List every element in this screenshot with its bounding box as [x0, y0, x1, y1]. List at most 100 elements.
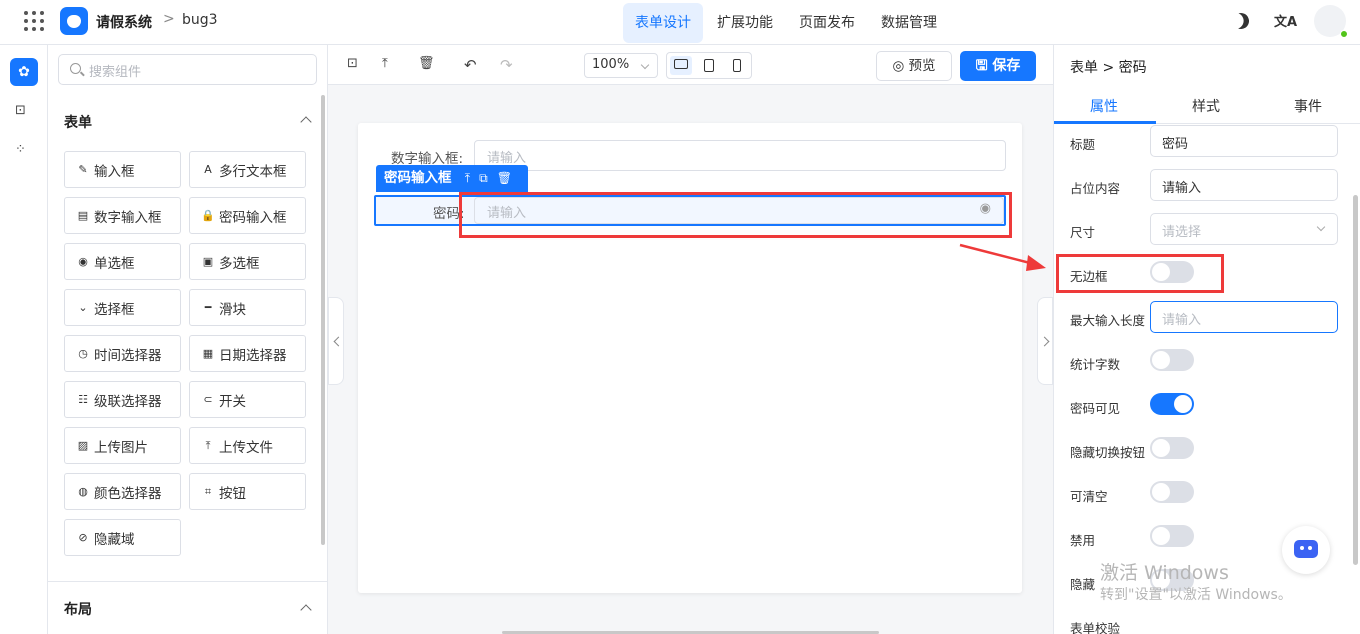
- size-select[interactable]: 请选择: [1150, 213, 1338, 245]
- hide-toggle-label: 隐藏切换按钮: [1070, 445, 1146, 460]
- component-label: 隐藏域: [94, 531, 135, 548]
- scrollbar[interactable]: [321, 95, 325, 545]
- nav-data-manage[interactable]: 数据管理: [869, 3, 949, 43]
- component-icon: ☷: [78, 393, 88, 406]
- password-visible-switch[interactable]: [1150, 393, 1194, 415]
- component-label: 单选框: [94, 255, 135, 272]
- component-panel: 搜索组件 表单 ✎ 输入框 A 多行文本框 ▤ 数字输入框 🔒 密码输入框 ◉ 单选框 ▣ 多选框 ⌄ 选…: [48, 45, 328, 634]
- component-icon: ⤒: [205, 438, 211, 452]
- preview-button[interactable]: ◎ 预览: [876, 51, 952, 81]
- title-input[interactable]: 密码: [1150, 125, 1338, 157]
- chevron-right-icon: [1039, 336, 1050, 347]
- hidden-label: 隐藏: [1070, 577, 1096, 592]
- chevron-down-icon: [640, 60, 650, 70]
- component-item[interactable]: ▣ 多选框: [189, 243, 306, 280]
- tab-style[interactable]: 样式: [1192, 96, 1220, 116]
- move-up-icon[interactable]: ⤒: [465, 171, 470, 185]
- delete-icon[interactable]: 🗑: [497, 171, 512, 185]
- maxlength-input[interactable]: 请输入: [1150, 301, 1338, 333]
- component-label: 滑块: [219, 301, 246, 318]
- component-item[interactable]: ▦ 日期选择器: [189, 335, 306, 372]
- disabled-label: 禁用: [1070, 533, 1096, 548]
- component-icon: ⊂: [203, 393, 213, 406]
- component-item[interactable]: ▤ 数字输入框: [64, 197, 181, 234]
- component-item[interactable]: ◉ 单选框: [64, 243, 181, 280]
- undo-icon[interactable]: ↶: [464, 56, 477, 74]
- component-icon: ⌄: [78, 301, 88, 314]
- layout-section-title[interactable]: 布局: [64, 599, 92, 619]
- windows-watermark: 激活 Windows: [1100, 562, 1229, 584]
- collapse-icon[interactable]: [300, 116, 312, 128]
- placeholder: 请输入: [487, 151, 527, 166]
- assistant-bot-icon[interactable]: [1282, 526, 1330, 574]
- password-visible-label: 密码可见: [1070, 401, 1121, 416]
- component-item[interactable]: A 多行文本框: [189, 151, 306, 188]
- component-label: 上传文件: [219, 439, 273, 456]
- dark-mode-icon[interactable]: [1231, 11, 1252, 32]
- scrollbar[interactable]: [1353, 195, 1358, 565]
- nav-extensions[interactable]: 扩展功能: [705, 3, 785, 43]
- code-icon[interactable]: ⊡: [15, 103, 26, 118]
- size-label: 尺寸: [1070, 225, 1096, 240]
- component-icon: ▨: [77, 439, 89, 452]
- apps-grid-icon[interactable]: [24, 11, 44, 31]
- title-label: 标题: [1070, 137, 1096, 152]
- app-name[interactable]: 请假系统: [96, 12, 152, 32]
- word-count-switch[interactable]: [1150, 349, 1194, 371]
- number-field-label: 数字输入框:: [391, 151, 464, 167]
- component-item[interactable]: 🔒 密码输入框: [189, 197, 306, 234]
- right-collapse-handle[interactable]: [1037, 297, 1053, 385]
- copy-icon[interactable]: ⧉: [479, 171, 488, 185]
- desktop-icon[interactable]: [670, 56, 692, 75]
- top-bar: 请假系统 > bug3 表单设计 扩展功能 页面发布 数据管理 文A: [0, 0, 1360, 45]
- component-icon: ⌗: [204, 484, 212, 498]
- nav-form-design[interactable]: 表单设计: [623, 2, 703, 43]
- tablet-icon[interactable]: [698, 56, 720, 75]
- component-item[interactable]: ⌗ 按钮: [189, 473, 306, 510]
- component-item[interactable]: ◍ 颜色选择器: [64, 473, 181, 510]
- component-item[interactable]: ⊂ 开关: [189, 381, 306, 418]
- component-item[interactable]: ▨ 上传图片: [64, 427, 181, 464]
- nav-page-publish[interactable]: 页面发布: [787, 3, 867, 43]
- component-label: 选择框: [94, 301, 135, 318]
- delete-icon[interactable]: 🗑: [418, 56, 435, 71]
- placeholder-input[interactable]: 请输入: [1150, 169, 1338, 201]
- mobile-icon[interactable]: [726, 56, 748, 75]
- component-item[interactable]: ⤒ 上传文件: [189, 427, 306, 464]
- language-icon[interactable]: 文A: [1274, 11, 1297, 30]
- design-canvas: ⊡ ⤒ 🗑 ↶ ↷ 100% ◎ 预览 🖫 保存 数字输入框: 请输入 密码输入…: [328, 45, 1053, 634]
- tab-events[interactable]: 事件: [1294, 96, 1322, 116]
- component-item[interactable]: ✎ 输入框: [64, 151, 181, 188]
- component-label: 级联选择器: [94, 393, 162, 410]
- selected-component-bar: 密码输入框 ⤒ ⧉ 🗑: [376, 165, 528, 192]
- component-item[interactable]: ☷ 级联选择器: [64, 381, 181, 418]
- redo-icon[interactable]: ↷: [500, 56, 513, 74]
- upload-icon[interactable]: ⤒: [382, 56, 388, 71]
- hide-toggle-switch[interactable]: [1150, 437, 1194, 459]
- number-input[interactable]: 请输入: [474, 140, 1006, 171]
- component-label: 时间选择器: [94, 347, 162, 364]
- puzzle-icon[interactable]: ✿: [10, 58, 38, 86]
- code-view-icon[interactable]: ⊡: [347, 56, 358, 71]
- component-item[interactable]: ⌄ 选择框: [64, 289, 181, 326]
- component-search-input[interactable]: 搜索组件: [58, 54, 317, 85]
- property-tabs: 属性 样式 事件: [1054, 87, 1360, 124]
- component-item[interactable]: ⊘ 隐藏域: [64, 519, 181, 556]
- form-section-title[interactable]: 表单: [64, 112, 92, 132]
- collapse-icon[interactable]: [300, 604, 312, 616]
- left-collapse-handle[interactable]: [328, 297, 344, 385]
- zoom-select[interactable]: 100%: [584, 53, 658, 78]
- component-label: 多选框: [219, 255, 260, 272]
- tab-properties[interactable]: 属性: [1090, 96, 1118, 116]
- search-placeholder: 搜索组件: [89, 65, 142, 80]
- disabled-switch[interactable]: [1150, 525, 1194, 547]
- avatar[interactable]: [1314, 5, 1348, 38]
- size-placeholder: 请选择: [1162, 225, 1202, 240]
- component-item[interactable]: ━ 滑块: [189, 289, 306, 326]
- windows-watermark-sub: 转到"设置"以激活 Windows。: [1100, 587, 1292, 603]
- tree-icon[interactable]: ⁘: [15, 142, 26, 157]
- clearable-switch[interactable]: [1150, 481, 1194, 503]
- project-name: bug3: [182, 12, 218, 28]
- save-button[interactable]: 🖫 保存: [960, 51, 1036, 81]
- component-item[interactable]: ◷ 时间选择器: [64, 335, 181, 372]
